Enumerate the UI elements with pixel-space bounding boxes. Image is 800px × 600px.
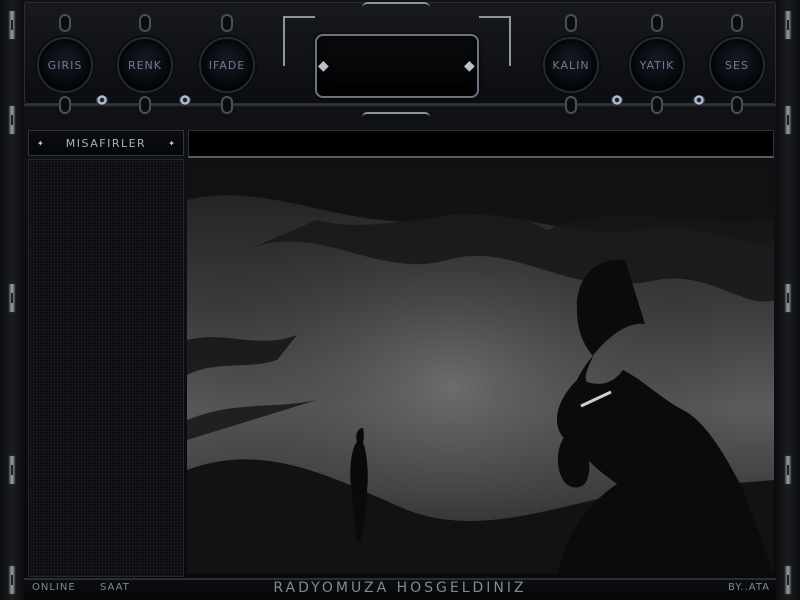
stud-icon bbox=[221, 14, 233, 32]
stud-icon bbox=[221, 96, 233, 114]
toolbar-divider bbox=[24, 104, 776, 107]
kalin-button[interactable]: KALIN bbox=[543, 37, 599, 93]
stud-icon bbox=[59, 96, 71, 114]
stud-icon bbox=[565, 14, 577, 32]
eye-icon[interactable] bbox=[611, 95, 623, 105]
background-photo bbox=[187, 160, 774, 574]
rail-clip-icon bbox=[8, 105, 16, 135]
rail-clip-icon bbox=[784, 455, 792, 485]
stud-icon bbox=[651, 96, 663, 114]
ifade-button[interactable]: IFADE bbox=[199, 37, 255, 93]
bottom-ornament-icon bbox=[362, 112, 430, 122]
right-bracket-ornament bbox=[479, 16, 511, 66]
message-input[interactable] bbox=[188, 130, 774, 158]
top-ornament-icon bbox=[362, 2, 430, 14]
giris-button[interactable]: GIRIS bbox=[37, 37, 93, 93]
yatik-button[interactable]: YATIK bbox=[629, 37, 685, 93]
right-rail bbox=[776, 0, 800, 600]
rail-clip-icon bbox=[8, 10, 16, 40]
stud-icon bbox=[59, 14, 71, 32]
rail-clip-icon bbox=[8, 283, 16, 313]
rail-clip-icon bbox=[784, 10, 792, 40]
stud-icon bbox=[731, 14, 743, 32]
stud-icon bbox=[139, 14, 151, 32]
star-icon: ✦ bbox=[37, 138, 44, 148]
star-icon: ✦ bbox=[168, 138, 175, 148]
diamond-icon: ◆ bbox=[464, 58, 475, 74]
stud-icon bbox=[139, 96, 151, 114]
guests-header: ✦ MISAFIRLER ✦ bbox=[28, 130, 184, 156]
eye-icon[interactable] bbox=[96, 95, 108, 105]
welcome-marquee: RADYOMUZA HOSGELDINIZ bbox=[273, 580, 527, 596]
eye-icon[interactable] bbox=[179, 95, 191, 105]
credit-label: BY..ATA bbox=[728, 582, 770, 593]
diamond-icon: ◆ bbox=[318, 58, 329, 74]
chat-area-background bbox=[187, 160, 774, 574]
guests-title: MISAFIRLER bbox=[65, 136, 147, 150]
stud-icon bbox=[651, 14, 663, 32]
rail-clip-icon bbox=[8, 455, 16, 485]
left-bracket-ornament bbox=[283, 16, 315, 66]
stud-icon bbox=[565, 96, 577, 114]
rail-clip-icon bbox=[784, 105, 792, 135]
center-display-screen bbox=[315, 34, 479, 98]
renk-button[interactable]: RENK bbox=[117, 37, 173, 93]
stud-icon bbox=[731, 96, 743, 114]
rail-clip-icon bbox=[784, 283, 792, 313]
ses-button[interactable]: SES bbox=[709, 37, 765, 93]
guest-list[interactable] bbox=[28, 159, 184, 577]
eye-icon[interactable] bbox=[693, 95, 705, 105]
left-rail bbox=[0, 0, 24, 600]
